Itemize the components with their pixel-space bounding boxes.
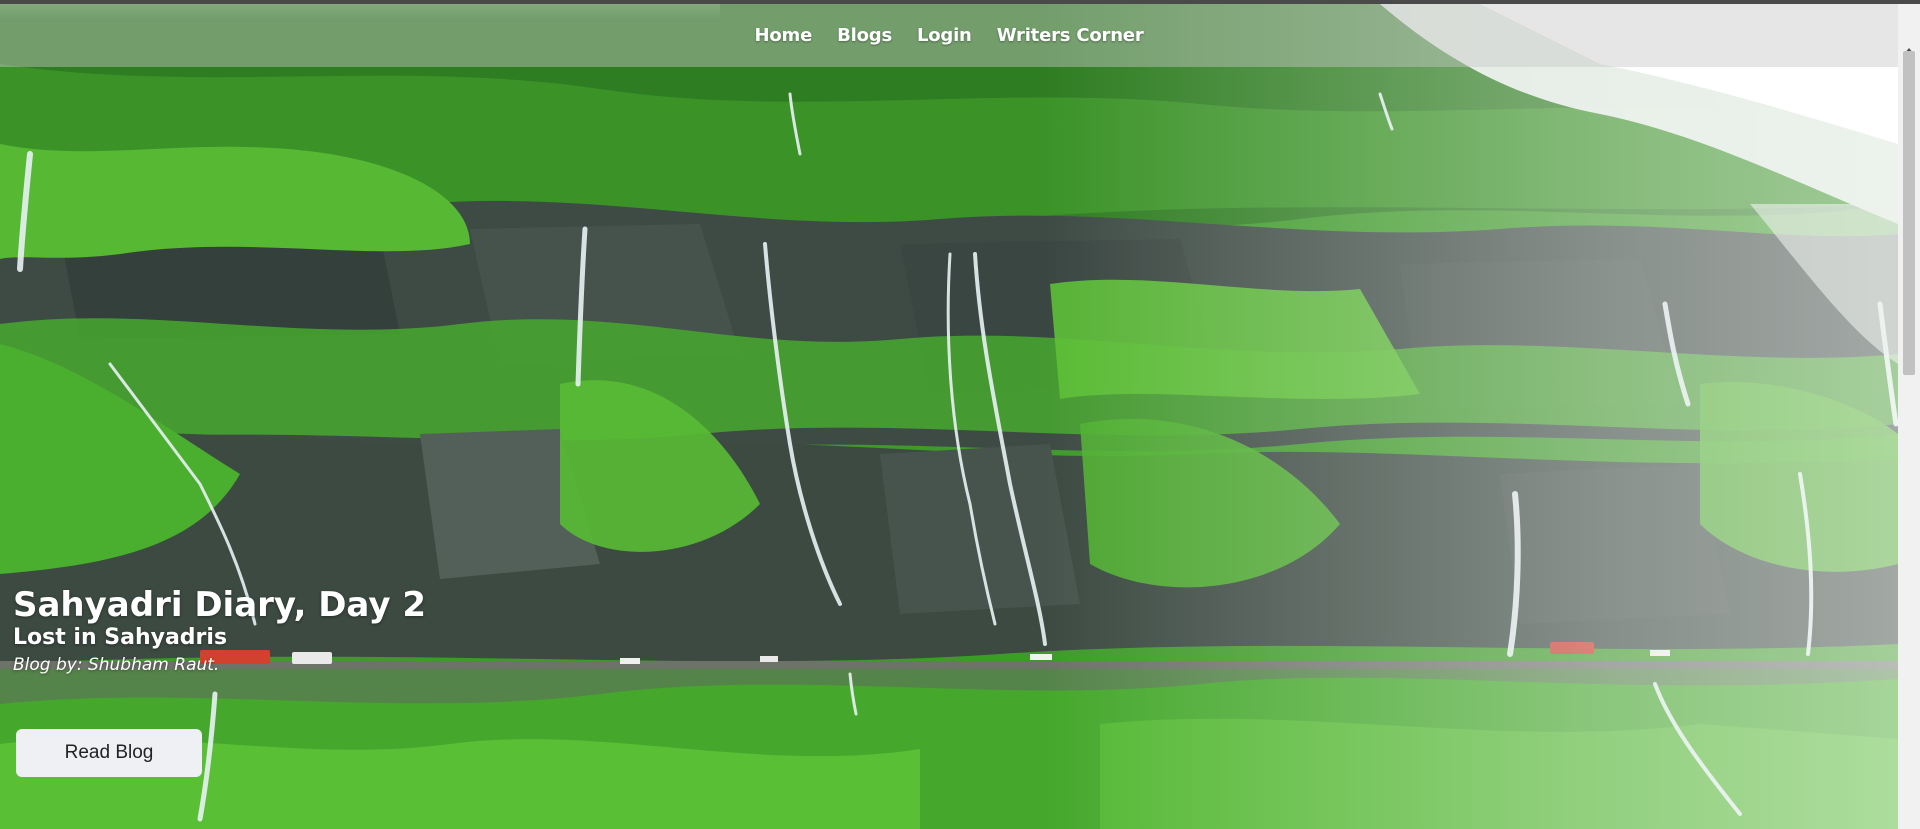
scrollbar-thumb[interactable]: [1903, 51, 1915, 375]
nav-link-login[interactable]: Login: [917, 25, 972, 46]
read-blog-button[interactable]: Read Blog: [16, 729, 202, 777]
nav-link-home[interactable]: Home: [755, 25, 813, 46]
blog-title: Sahyadri Diary, Day 2: [13, 585, 426, 625]
nav-link-writers-corner[interactable]: Writers Corner: [997, 25, 1144, 46]
blog-subtitle: Lost in Sahyadris: [13, 625, 228, 650]
hero-caption: Sahyadri Diary, Day 2 Lost in Sahyadris …: [13, 585, 426, 677]
hero-background-image: [0, 4, 1898, 829]
top-navbar: Home Blogs Login Writers Corner: [0, 4, 1898, 67]
window-top-edge: [0, 0, 1920, 4]
nav-link-blogs[interactable]: Blogs: [837, 25, 892, 46]
blog-author: Blog by: Shubham Raut.: [13, 655, 220, 675]
page: Home Blogs Login Writers Corner Sahyadri…: [0, 0, 1920, 829]
landscape-illustration: [0, 4, 1898, 829]
page-scrollbar[interactable]: [1898, 4, 1920, 829]
